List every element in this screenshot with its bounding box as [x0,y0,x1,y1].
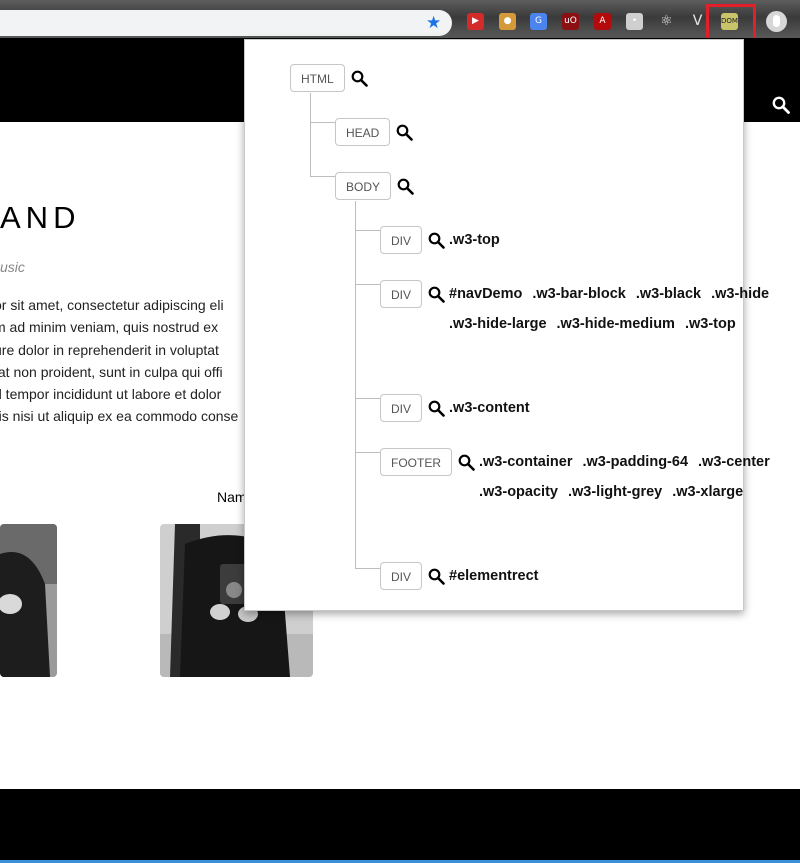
node-attribute: .w3-hide-medium [556,316,675,332]
node-attribute: .w3-bar-block [532,286,626,302]
text-line: d tempor incididunt ut labore et dolor [0,386,222,403]
tree-node-child: DIV #elementrect [380,562,785,591]
node-attributes: #elementrect [449,561,785,591]
tree-node-body: BODY [335,172,418,200]
tag-div-button[interactable]: DIV [380,280,423,308]
node-attribute: .w3-hide-large [449,316,547,332]
tree-node-child: DIV .w3-content [380,394,785,423]
text-line: or sit amet, consectetur adipiscing eli [0,297,224,313]
tag-footer-button[interactable]: FOOTER [380,448,452,476]
tree-connector [355,230,380,231]
search-icon[interactable] [458,454,475,471]
node-attribute: .w3-padding-64 [582,454,689,470]
vue-devtools-extension-icon[interactable]: V [689,13,706,30]
text-line: ure dolor in reprehenderit in voluptat [0,341,219,358]
tag-div-button[interactable]: DIV [380,394,423,422]
tree-node-html: HTML [290,64,372,92]
text-line: ris nisi ut aliquip ex ea commodo conse [0,408,239,425]
node-attribute: .w3-center [698,454,770,470]
profile-avatar[interactable] [766,11,787,32]
node-attribute: .w3-light-grey [567,484,663,500]
tree-connector [310,93,311,177]
node-attribute: .w3-top [449,232,500,248]
member-name-label: Nam [217,489,247,505]
text-line: tat non proident, sunt in culpa qui offi [0,363,223,380]
tree-node-child: FOOTER .w3-container .w3-padding-64 .w3-cen… [380,448,800,507]
search-icon[interactable] [428,400,445,417]
node-attribute: .w3-black [635,286,702,302]
tree-connector [310,122,335,123]
browser-toolbar: ★ ▶ ● GuO A • ⚛ V DOM [0,0,800,44]
youtube-extension-icon[interactable]: ▶ [467,13,484,30]
tag-div-button[interactable]: DIV [380,562,423,590]
node-attribute: .w3-top [684,316,736,332]
node-attribute: .w3-hide [711,286,770,302]
search-icon[interactable] [772,96,790,114]
ublock-extension-icon[interactable]: uO [562,13,579,30]
tree-node-child: DIV #navDemo .w3-bar-block .w3-black .w3-hid… [380,280,785,339]
node-attributes: .w3-container .w3-padding-64 .w3-center .w3… [479,447,800,507]
search-icon[interactable] [397,178,414,195]
search-icon[interactable] [428,568,445,585]
search-icon[interactable] [396,124,414,141]
tree-connector [355,398,380,399]
tag-html-button[interactable]: HTML [290,64,345,92]
tag-body-button[interactable]: BODY [335,172,392,200]
node-attributes: .w3-content [449,393,785,423]
bookmark-star-icon[interactable]: ★ [426,13,441,33]
tag-div-button[interactable]: DIV [380,226,423,254]
dom-tree-popup: HTML HEAD BODY DIV .w3-top DIV #navDemo .w3-… [244,39,770,611]
search-icon[interactable] [428,232,445,249]
text-line: m ad minim veniam, quis nostrud ex [0,319,219,336]
node-attribute: #elementrect [449,568,539,584]
tree-connector [355,452,380,453]
band-description: or sit amet, consectetur adipiscing eli … [0,294,260,428]
tag-head-button[interactable]: HEAD [335,118,391,146]
tree-connector [355,568,380,569]
node-attribute: .w3-opacity [479,484,558,500]
node-attribute: .w3-content [449,400,530,416]
tree-node-child: DIV .w3-top [380,226,785,255]
tree-connector [355,201,356,569]
tree-connector [310,176,335,177]
band-heading: AND [0,200,81,235]
node-attribute: .w3-container [479,454,573,470]
tree-connector [355,284,380,285]
react-devtools-extension-icon[interactable]: ⚛ [658,13,675,30]
tree-node-head: HEAD [335,118,417,146]
translate-extension-icon[interactable]: G [530,13,547,30]
address-bar[interactable] [0,10,452,36]
node-attributes: .w3-top [449,225,785,255]
node-attribute: .w3-xlarge [672,484,744,500]
band-subtitle: usic [0,259,25,275]
cookie-extension-icon[interactable]: ● [499,13,516,30]
node-attribute: #navDemo [449,286,523,302]
pdf-extension-icon[interactable]: A [594,13,611,30]
search-icon[interactable] [351,70,368,87]
band-member-photo [0,524,57,677]
node-attributes: #navDemo .w3-bar-block .w3-black .w3-hide .w… [449,279,785,339]
line-extension-icon[interactable]: • [626,13,643,30]
search-icon[interactable] [428,286,445,303]
site-footer [0,789,800,863]
